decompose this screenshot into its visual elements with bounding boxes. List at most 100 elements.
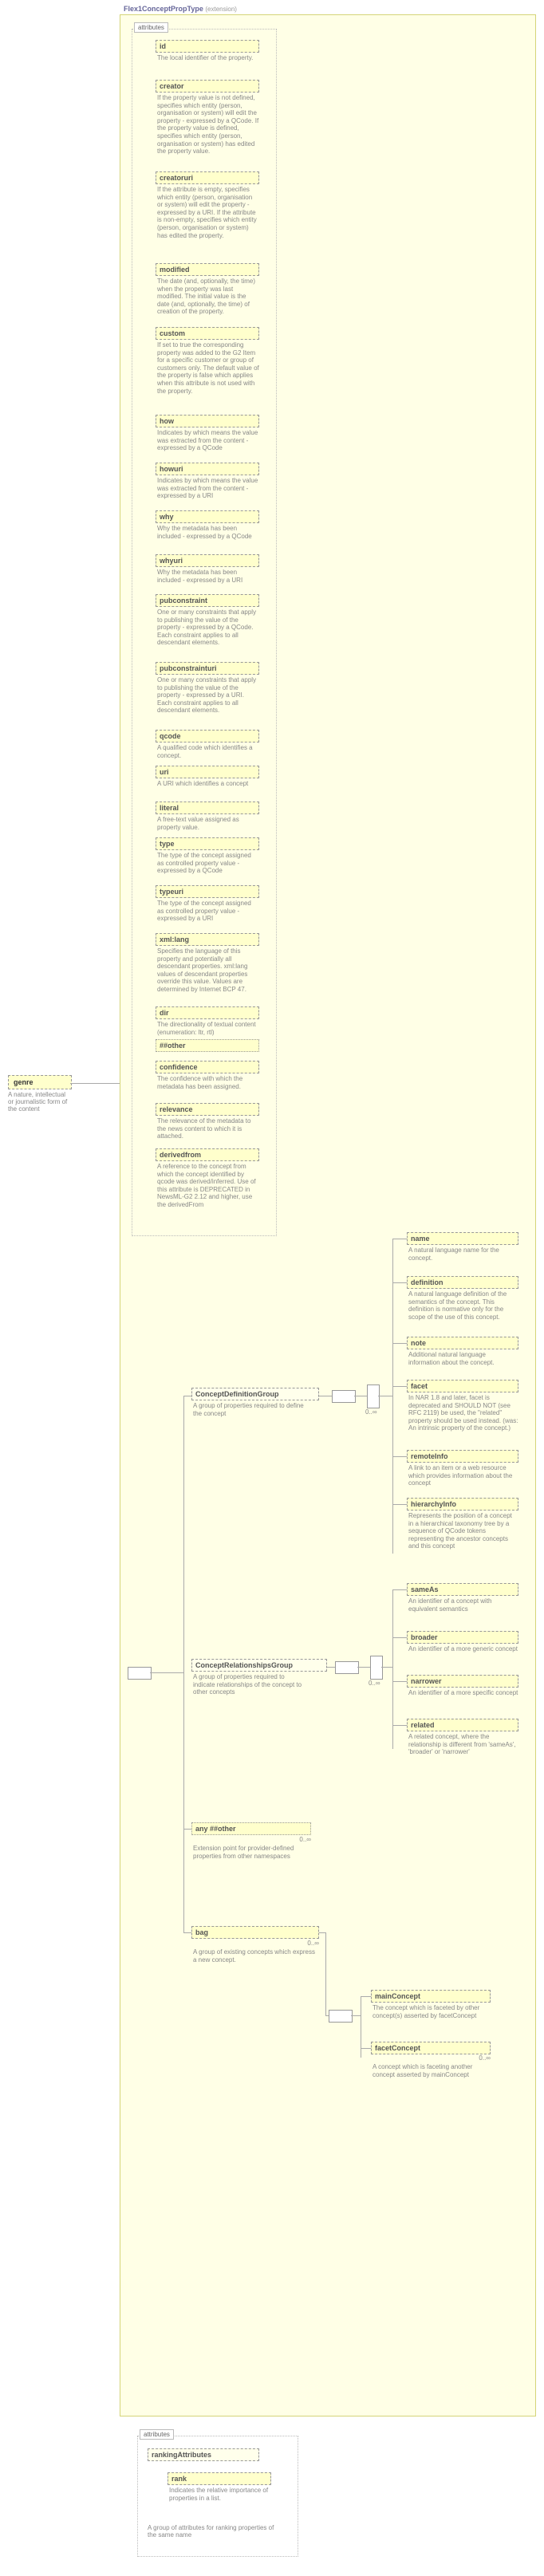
cdg-desc: A group of properties required to define… [191, 1402, 305, 1417]
el-label: facetConcept [371, 2042, 491, 2054]
concept-definition-group: ConceptDefinitionGroup A group of proper… [191, 1388, 319, 1417]
attr-creator: creatorIf the property value is not defi… [156, 80, 259, 156]
el-name: name A natural language name for the conc… [407, 1232, 518, 1262]
bag-element: bag 0..∞ A group of existing concepts wh… [191, 1926, 319, 1964]
el-facet: facetIn NAR 1.8 and later, facet is depr… [407, 1380, 518, 1432]
attr-derivedfrom: derivedfromA reference to the concept fr… [156, 1148, 259, 1209]
attr-label: ##other [156, 1039, 259, 1052]
root-type-suffix: (extension) [205, 6, 237, 13]
attr-label: custom [156, 327, 259, 340]
el-label: narrower [407, 1675, 518, 1688]
el-label: name [407, 1232, 518, 1245]
attr-qcode: qcode A qualified code which identifies a… [156, 730, 259, 759]
attr-label: id [156, 40, 259, 53]
bag-card: 0..∞ [191, 1940, 319, 1947]
el-label: remoteInfo [407, 1450, 518, 1463]
attr-label: qcode [156, 730, 259, 742]
attr-desc: Specifies the language of this property … [156, 947, 259, 994]
attr-dir: dirThe directionality of textual content… [156, 1006, 259, 1036]
attr-label: derivedfrom [156, 1148, 259, 1161]
cdg-choice [367, 1385, 380, 1408]
el-desc: An identifier of a more specific concept [407, 1689, 518, 1697]
attr-desc: Indicates by which means the value was e… [156, 429, 259, 452]
el-remoteinfo: remoteInfoA link to an item or a web res… [407, 1450, 518, 1487]
crg-card: 0..∞ [369, 1680, 380, 1687]
el-label: hierarchyInfo [407, 1498, 518, 1511]
crg-seq [335, 1661, 359, 1674]
el-desc: A natural language definition of the sem… [407, 1290, 518, 1321]
el-label: broader [407, 1631, 518, 1644]
any-other-label: any ##other [191, 1822, 311, 1835]
cdg-card: 0..∞ [365, 1408, 377, 1416]
cdg-seq [332, 1390, 356, 1403]
attr-label: whyuri [156, 554, 259, 567]
attr-relevance: relevanceThe relevance of the metadata t… [156, 1103, 259, 1140]
attr-desc: If set to true the corresponding propert… [156, 341, 259, 395]
seq-root [128, 1667, 152, 1680]
attr---other: ##other [156, 1039, 259, 1052]
attr-whyuri: whyuriWhy the metadata has been included… [156, 554, 259, 584]
el-desc: The concept which is faceted by other co… [371, 2004, 491, 2019]
el-narrower: narrowerAn identifier of a more specific… [407, 1675, 518, 1697]
attr-desc: A free-text value assigned as property v… [156, 816, 259, 831]
el-desc: Additional natural language information … [407, 1351, 518, 1366]
bag-desc: A group of existing concepts which expre… [191, 1948, 319, 1964]
attr-label: type [156, 837, 259, 850]
attr-desc: The local identifier of the property. [156, 54, 259, 62]
crg-choice [370, 1656, 383, 1680]
el-desc: An identifier of a concept with equivale… [407, 1597, 518, 1613]
el-broader: broaderAn identifier of a more generic c… [407, 1631, 518, 1653]
attr-label: dir [156, 1006, 259, 1019]
attr-desc: The relevance of the metadata to the new… [156, 1117, 259, 1140]
attr-label: confidence [156, 1061, 259, 1073]
any-other: any ##other 0..∞ Extension point for pro… [191, 1822, 311, 1860]
attr-id: idThe local identifier of the property. [156, 40, 259, 62]
el-sameas: sameAsAn identifier of a concept with eq… [407, 1583, 518, 1613]
bag-label: bag [191, 1926, 319, 1939]
crg-desc: A group of properties required to indica… [191, 1673, 305, 1696]
attr-label: creator [156, 80, 259, 93]
el-label: facet [407, 1380, 518, 1392]
attr-why: whyWhy the metadata has been included - … [156, 510, 259, 540]
el-desc: A natural language name for the concept. [407, 1247, 518, 1262]
el-desc: A link to an item or a web resource whic… [407, 1464, 518, 1487]
attr-desc: A URI which identifies a concept [156, 780, 259, 788]
attr-desc: One or many constraints that apply to pu… [156, 676, 259, 715]
el-hierarchyinfo: hierarchyInfoRepresents the position of … [407, 1498, 518, 1550]
attr-typeuri: typeuriThe type of the concept assigned … [156, 885, 259, 923]
attr-uri: uriA URI which identifies a concept [156, 766, 259, 788]
attr-desc: The type of the concept assigned as cont… [156, 852, 259, 875]
rank-desc: Indicates the relative importance of pro… [168, 2487, 271, 2502]
attr-desc: The type of the concept assigned as cont… [156, 900, 259, 923]
attr-desc: A qualified code which identifies a conc… [156, 744, 259, 759]
attr-confidence: confidenceThe confidence with which the … [156, 1061, 259, 1090]
attr-type: type The type of the concept assigned as … [156, 837, 259, 875]
el-definition: definitionA natural language definition … [407, 1276, 518, 1321]
el-desc: A concept which is faceting another conc… [371, 2063, 491, 2078]
attr-pubconstraint: pubconstraintOne or many constraints tha… [156, 594, 259, 647]
attr-desc: The date (and, optionally, the time) whe… [156, 278, 259, 316]
el-desc: Represents the position of a concept in … [407, 1512, 518, 1550]
attr-label: xml:lang [156, 933, 259, 946]
attr-label: modified [156, 263, 259, 276]
attr-custom: customIf set to true the corresponding p… [156, 327, 259, 395]
el-label: definition [407, 1276, 518, 1289]
el-mainconcept: mainConceptThe concept which is faceted … [371, 1990, 491, 2019]
genre-element: genre A nature, intellectual or journali… [8, 1075, 72, 1113]
el-desc: A related concept, where the relationshi… [407, 1733, 518, 1756]
attributes-header: attributes [134, 22, 168, 33]
attr-xml-lang: xml:langSpecifies the language of this p… [156, 933, 259, 994]
attr-desc: If the attribute is empty, specifies whi… [156, 186, 259, 239]
ranking-group-desc: A group of attributes for ranking proper… [148, 2524, 275, 2539]
root-type-label: Flex1ConceptPropType [124, 5, 203, 13]
attr-desc: Why the metadata has been included - exp… [156, 525, 259, 540]
el-label: related [407, 1719, 518, 1731]
attr-howuri: howuriIndicates by which means the value… [156, 463, 259, 500]
el-note: noteAdditional natural language informat… [407, 1337, 518, 1366]
attr-creatoruri: creatoruriIf the attribute is empty, spe… [156, 171, 259, 239]
concept-relationships-group: ConceptRelationshipsGroup A group of pro… [191, 1659, 327, 1696]
rank-label: rank [168, 2472, 271, 2485]
attr-label: how [156, 415, 259, 427]
el-desc: An identifier of a more generic concept [407, 1645, 518, 1653]
el-related: related A related concept, where the rela… [407, 1719, 518, 1756]
